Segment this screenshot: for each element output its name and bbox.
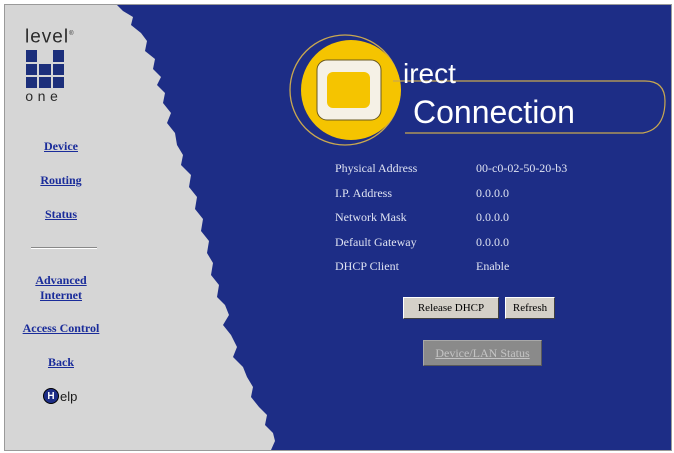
info-label: Network Mask — [335, 210, 407, 224]
info-value: 00-c0-02-50-20-b3 — [476, 161, 568, 175]
device-lan-status-button[interactable]: Device/LAN Status — [423, 340, 542, 366]
logo-text-top: level® — [25, 25, 85, 46]
info-value: 0.0.0.0 — [476, 210, 509, 224]
logo-registered-mark: ® — [69, 31, 75, 37]
help-link[interactable]: H elp — [43, 388, 77, 404]
nav-advanced-internet-link[interactable]: Advanced Internet — [5, 273, 117, 303]
help-label: elp — [60, 388, 78, 404]
nav-advanced-line1: Advanced — [35, 273, 87, 287]
info-value: Enable — [476, 259, 510, 273]
header-title-line1: irect — [403, 58, 456, 89]
nav-back-link[interactable]: Back — [5, 355, 117, 370]
info-value: 0.0.0.0 — [476, 185, 509, 200]
nav-routing-link[interactable]: Routing — [5, 173, 117, 188]
info-label: DHCP Client — [335, 259, 399, 273]
page-frame: level® one Device Routing Status Advance… — [4, 4, 672, 451]
logo-grid-icon — [26, 50, 64, 89]
nav-advanced-line2: Internet — [40, 288, 82, 302]
info-label: Physical Address — [335, 161, 418, 175]
info-label: I.P. Address — [335, 185, 393, 200]
nav-status-link[interactable]: Status — [5, 207, 117, 222]
release-dhcp-button[interactable]: Release DHCP — [403, 297, 499, 319]
nav-device-link[interactable]: Device — [5, 139, 117, 154]
logo-word-level: level — [25, 26, 70, 48]
levelone-logo: level® one — [25, 25, 85, 106]
header-d-letter: D — [308, 59, 388, 125]
refresh-button[interactable]: Refresh — [505, 297, 555, 319]
header-title-line2: Connection — [413, 94, 575, 130]
help-icon: H — [43, 388, 59, 404]
info-label: Default Gateway — [335, 234, 417, 249]
nav-access-control-link[interactable]: Access Control — [5, 321, 117, 336]
info-value: 0.0.0.0 — [476, 234, 509, 249]
nav-separator — [31, 247, 97, 249]
logo-text-bottom: one — [25, 90, 63, 107]
